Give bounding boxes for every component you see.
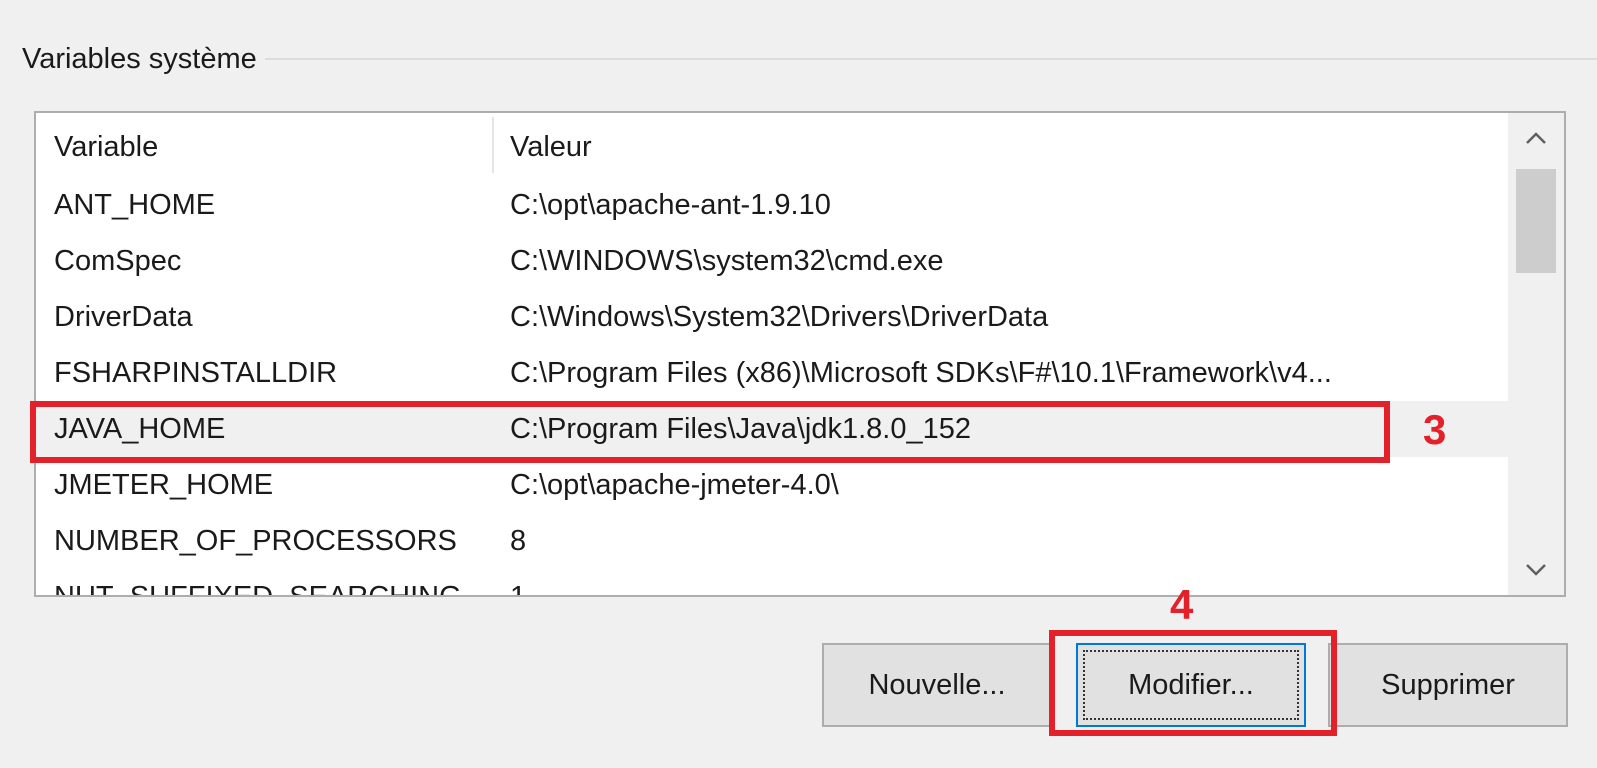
variable-value: C:\opt\apache-ant-1.9.10: [510, 189, 831, 221]
variable-name: FSHARPINSTALLDIR: [54, 357, 338, 389]
column-header-value[interactable]: Valeur: [510, 113, 592, 177]
column-separator[interactable]: [492, 117, 494, 173]
list-item[interactable]: FSHARPINSTALLDIR C:\Program Files (x86)\…: [36, 345, 1510, 401]
variable-value: C:\opt\apache-jmeter-4.0\: [510, 469, 839, 501]
list-item[interactable]: NUMBER_OF_PROCESSORS 8: [36, 513, 1510, 569]
variable-value: C:\Windows\System32\Drivers\DriverData: [510, 301, 1049, 333]
list-item[interactable]: DriverData C:\Windows\System32\Drivers\D…: [36, 289, 1510, 345]
system-variables-list[interactable]: Variable Valeur ANT_HOME C:\opt\apache-a…: [34, 111, 1566, 597]
column-header-variable[interactable]: Variable: [54, 113, 158, 177]
list-header: Variable Valeur: [36, 113, 1510, 177]
variable-name: ComSpec: [54, 245, 182, 277]
scroll-up-button[interactable]: [1508, 113, 1564, 163]
variable-value: 1: [510, 581, 527, 597]
variable-name: NUMBER_OF_PROCESSORS: [54, 525, 457, 557]
variable-value: C:\WINDOWS\system32\cmd.exe: [510, 245, 944, 277]
list-item[interactable]: ANT_HOME C:\opt\apache-ant-1.9.10: [36, 177, 1510, 233]
annotation-highlight-edit-button: [1049, 630, 1337, 736]
annotation-step-4: 4: [1170, 581, 1194, 628]
list-rows: ANT_HOME C:\opt\apache-ant-1.9.10 ComSpe…: [36, 177, 1510, 597]
annotation-step-3: 3: [1423, 406, 1447, 453]
list-item[interactable]: NUT_SUFFIXED_SEARCHING 1: [36, 569, 1510, 597]
delete-variable-button[interactable]: Supprimer: [1328, 643, 1568, 727]
variable-name: JMETER_HOME: [54, 469, 274, 501]
variable-name: ANT_HOME: [54, 189, 216, 221]
variable-name: DriverData: [54, 301, 193, 333]
group-title: Variables système: [14, 40, 265, 78]
variable-name: NUT_SUFFIXED_SEARCHING: [54, 581, 462, 597]
annotation-highlight-java-home: [30, 401, 1390, 463]
chevron-down-icon: [1526, 564, 1546, 576]
variable-value: 8: [510, 525, 527, 557]
list-item[interactable]: JMETER_HOME C:\opt\apache-jmeter-4.0\: [36, 457, 1510, 513]
scroll-down-button[interactable]: [1508, 545, 1564, 595]
list-item[interactable]: ComSpec C:\WINDOWS\system32\cmd.exe: [36, 233, 1510, 289]
chevron-up-icon: [1526, 132, 1546, 144]
vertical-scrollbar[interactable]: [1508, 113, 1564, 595]
new-variable-button[interactable]: Nouvelle...: [822, 643, 1052, 727]
variable-value: C:\Program Files (x86)\Microsoft SDKs\F#…: [510, 357, 1332, 389]
scrollbar-thumb[interactable]: [1516, 169, 1556, 273]
